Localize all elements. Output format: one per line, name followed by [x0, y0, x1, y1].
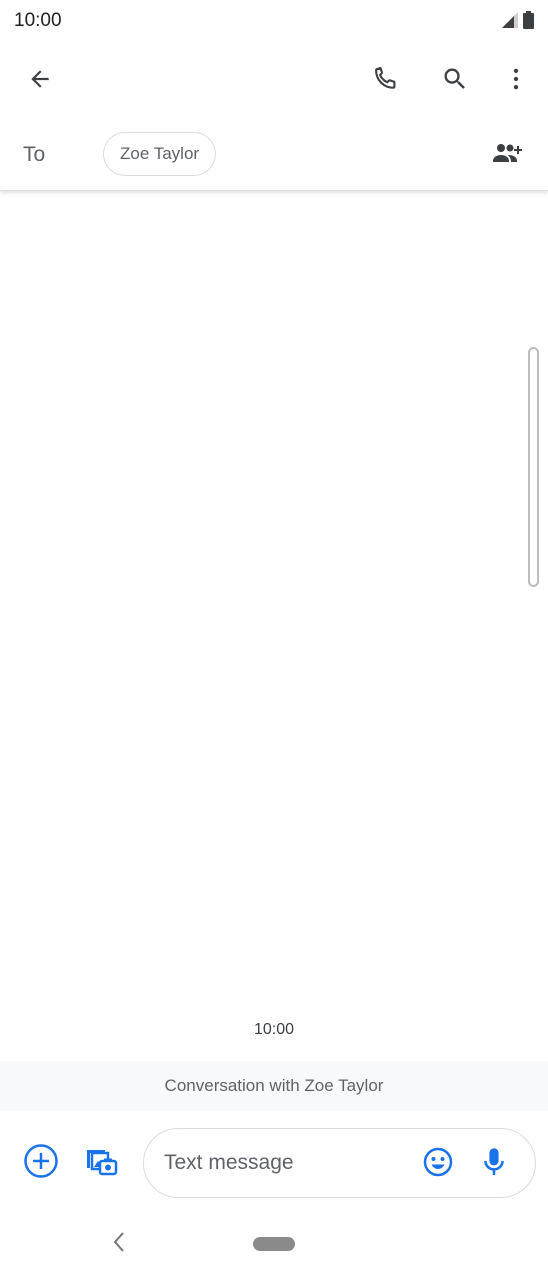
add-circle-icon: [23, 1143, 59, 1184]
add-people-icon: [491, 141, 525, 170]
phone-icon: [372, 65, 400, 98]
nav-back-button[interactable]: [96, 1220, 144, 1268]
gallery-icon: [83, 1143, 119, 1184]
app-bar: [0, 42, 548, 120]
status-bar: 10:00: [0, 0, 548, 42]
signal-icon: [501, 11, 519, 34]
message-input-placeholder: Text message: [164, 1151, 294, 1174]
voice-input-button[interactable]: [470, 1140, 518, 1188]
mic-icon: [480, 1146, 508, 1183]
emoji-button[interactable]: [414, 1140, 462, 1188]
conversation-banner-text: Conversation with Zoe Taylor: [164, 1076, 384, 1095]
back-arrow-icon: [27, 66, 53, 97]
back-button[interactable]: [16, 57, 64, 105]
system-nav-bar: [0, 1218, 548, 1278]
more-vert-icon: [503, 66, 529, 97]
battery-icon: [523, 11, 534, 34]
search-icon: [441, 65, 469, 98]
recipient-chip-label: Zoe Taylor: [120, 144, 200, 163]
conversation-banner: Conversation with Zoe Taylor: [0, 1061, 548, 1111]
recipient-chip[interactable]: Zoe Taylor: [103, 132, 217, 176]
status-time: 10:00: [14, 10, 62, 31]
compose-row: Text message: [0, 1118, 548, 1208]
message-list-scrollbar[interactable]: [528, 347, 539, 587]
recipient-row: To Zoe Taylor: [0, 120, 548, 191]
more-options-button[interactable]: [492, 57, 540, 105]
conversation-timestamp: 10:00: [253, 1021, 295, 1038]
to-label: To: [23, 143, 46, 166]
search-button[interactable]: [431, 57, 479, 105]
status-icons: [501, 11, 534, 34]
attach-button[interactable]: [17, 1139, 65, 1187]
message-input[interactable]: Text message: [143, 1128, 536, 1198]
add-people-button[interactable]: [484, 131, 532, 179]
call-button[interactable]: [362, 57, 410, 105]
gallery-button[interactable]: [77, 1139, 125, 1187]
home-pill[interactable]: [253, 1237, 295, 1251]
chevron-left-icon: [110, 1230, 130, 1259]
emoji-icon: [422, 1146, 454, 1183]
